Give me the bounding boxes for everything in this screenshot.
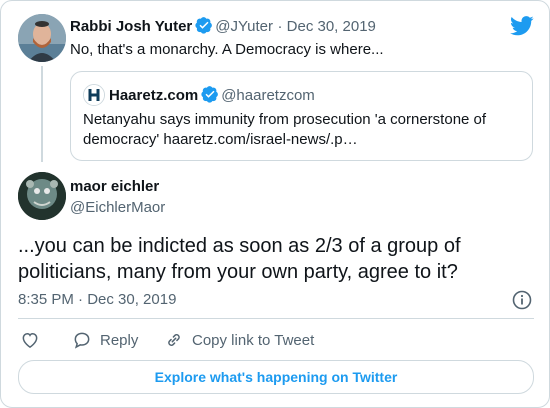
info-icon[interactable] <box>512 290 532 310</box>
maor-avatar-image <box>18 172 66 220</box>
tweet-author-handle[interactable]: @EichlerMaor <box>70 199 165 216</box>
twitter-bird-icon[interactable] <box>510 16 534 36</box>
quoted-author-name: Haaretz.com <box>109 87 199 104</box>
copy-link-label: Copy link to Tweet <box>192 331 315 349</box>
reply-label: Reply <box>100 331 139 349</box>
quoted-text-line-1: Netanyahu says immunity from prosecution… <box>83 111 487 128</box>
reply-button[interactable]: Reply <box>72 330 138 350</box>
parent-author-name[interactable]: Rabbi Josh Yuter <box>70 18 192 35</box>
tweet-author-name[interactable]: maor eichler <box>70 178 159 195</box>
explore-twitter-button[interactable]: Explore what's happening on Twitter <box>18 360 534 394</box>
heart-icon <box>22 332 38 348</box>
rabbi-avatar-image <box>18 14 66 62</box>
parent-author-handle[interactable]: @JYuter <box>215 18 273 35</box>
copy-link-button[interactable]: Copy link to Tweet <box>164 330 314 350</box>
thread-connector-line <box>41 66 43 162</box>
verified-badge-icon <box>201 86 219 103</box>
quoted-author-handle: @haaretzcom <box>221 87 315 104</box>
embedded-tweet-card: Rabbi Josh Yuter @JYuter · Dec 30, 2019 N… <box>0 0 550 408</box>
parent-tweet-text: No, that's a monarchy. A Democracy is wh… <box>70 41 384 58</box>
quoted-tweet-text: Netanyahu says immunity from prosecution… <box>83 110 523 150</box>
quoted-tweet[interactable]: Haaretz.com @haaretzcom Netanyahu says im… <box>70 71 533 161</box>
haaretz-logo-icon <box>83 84 105 106</box>
tweet-text: ...you can be indicted as soon as 2/3 of… <box>18 235 461 283</box>
avatar[interactable] <box>18 172 66 220</box>
link-icon <box>168 334 180 346</box>
like-button[interactable] <box>20 330 48 350</box>
parent-tweet-header: Rabbi Josh Yuter @JYuter · Dec 30, 2019 <box>70 16 376 36</box>
divider <box>18 318 534 319</box>
reply-icon <box>74 332 90 349</box>
quoted-tweet-header: Haaretz.com @haaretzcom <box>109 85 315 105</box>
parent-date[interactable]: · Dec 30, 2019 <box>277 18 375 35</box>
quoted-text-line-2: democracy' haaretz.com/israel-news/.p… <box>83 131 358 148</box>
verified-badge-icon <box>195 17 213 34</box>
tweet-actions: Reply Copy link to Tweet <box>18 330 534 350</box>
tweet-timestamp[interactable]: 8:35 PM · Dec 30, 2019 <box>18 291 176 308</box>
avatar[interactable] <box>18 14 66 62</box>
